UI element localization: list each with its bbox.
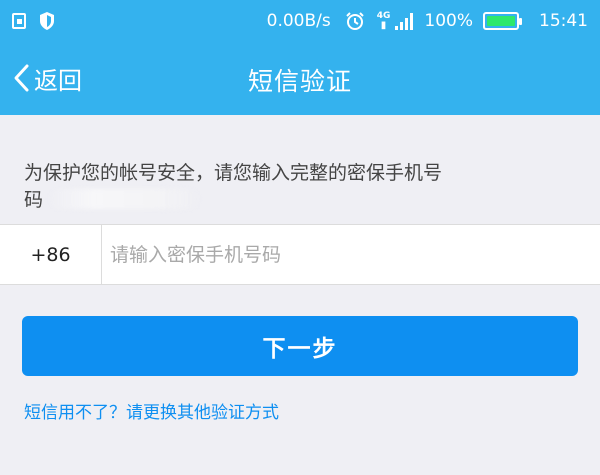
alternative-verification-link[interactable]: 短信用不了？请更换其他验证方式 [24,398,279,423]
lte-bars-icon: ▮ [380,20,387,31]
nav-bar: 返回 短信验证 [0,40,600,115]
status-right: 0.00B/s 4G ▮ 100% 15:41 [267,8,588,34]
lte-icon: 4G ▮ [377,12,391,31]
page-title: 短信验证 [247,67,352,96]
instruction-line-2: 码 [24,187,484,214]
status-left [12,10,56,32]
header-background: 0.00B/s 4G ▮ 100% 15:41 返回 短信验证 [0,0,600,115]
instruction-text: 为保护您的帐号安全，请您输入完整的密保手机号 码 [24,160,484,214]
redacted-phone-mask [49,189,200,209]
alarm-icon [346,12,364,30]
signal-icon [395,13,414,30]
country-code-selector[interactable]: +86 [0,225,102,284]
status-bar: 0.00B/s 4G ▮ 100% 15:41 [0,0,600,40]
clock: 15:41 [539,11,588,31]
phone-input-row: +86 [0,224,600,285]
battery-icon [483,12,522,30]
phone-number-input[interactable] [102,225,600,284]
battery-percent: 100% [424,11,473,31]
notification-icon [12,13,26,29]
instruction-line-2-text: 码 [24,189,44,211]
next-step-button[interactable]: 下一步 [22,316,578,376]
net-speed: 0.00B/s [266,11,331,31]
shield-icon [40,12,54,30]
battery-fill [487,16,515,26]
instruction-line-1: 为保护您的帐号安全，请您输入完整的密保手机号 [24,162,443,184]
